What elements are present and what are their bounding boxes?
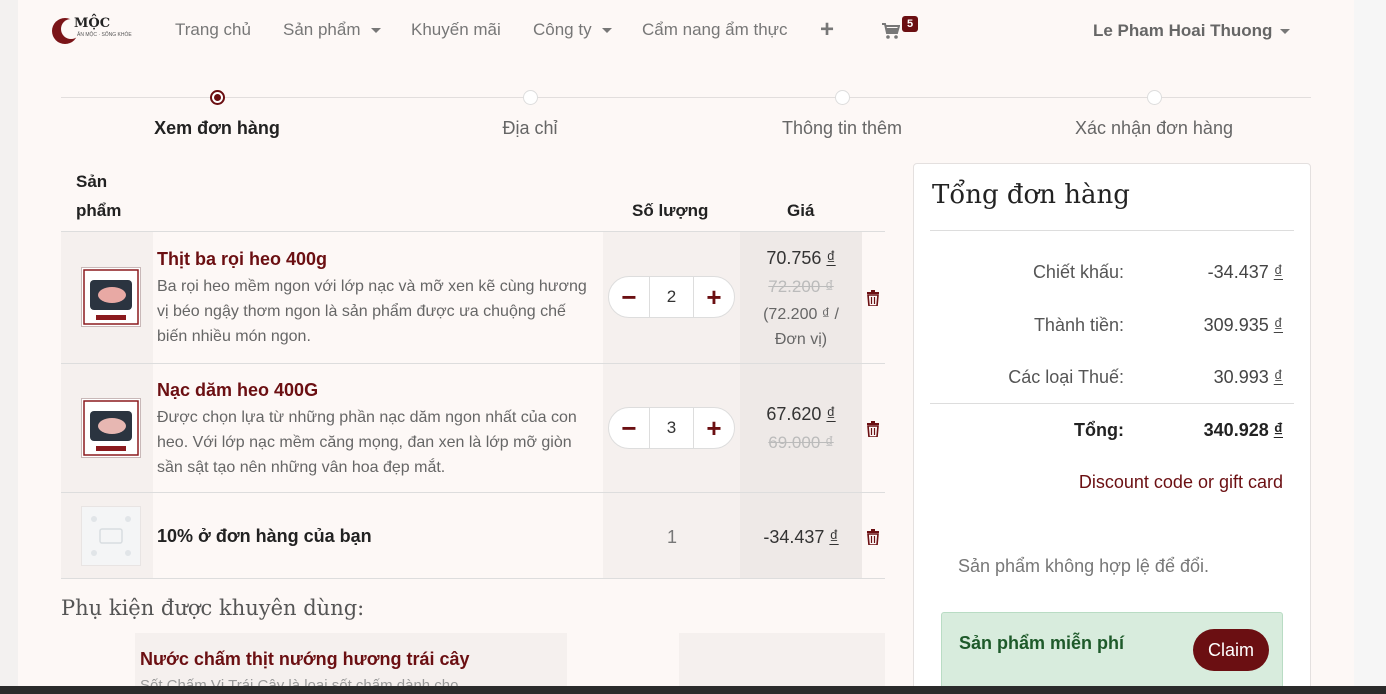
user-menu[interactable]: Le Pham Hoai Thuong [1093,21,1291,41]
old-price: 72.200 ₫ [768,277,834,296]
page: MỘC ĂN MỘC · SỐNG KHỎE Trang chủ Sản phẩ… [18,0,1354,686]
step-extra-info[interactable]: Thông tin thêm [782,118,902,139]
header-price: Giá [787,201,815,220]
navbar: MỘC ĂN MỘC · SỐNG KHỎE Trang chủ Sản phẩ… [18,0,1354,62]
tax-value: 30.993 ₫ [1213,367,1283,387]
discount-price: -34.437 ₫ [763,527,839,547]
chevron-down-icon [370,27,381,33]
nav-home[interactable]: Trang chủ [175,20,251,40]
scroll-gutter [1354,0,1386,686]
brand-logo[interactable]: MỘC ĂN MỘC · SỐNG KHỎE [52,12,134,50]
header-product-line1: Sản [76,172,108,191]
discount-name: 10% ở đơn hàng của bạn [157,526,372,546]
divider [930,403,1294,404]
claim-button[interactable]: Claim [1193,629,1269,671]
step-dot-confirm [1147,90,1162,105]
trash-icon[interactable] [866,529,880,545]
minus-icon[interactable]: − [609,408,649,448]
step-dot-extra-info [835,90,850,105]
step-review[interactable]: Xem đơn hàng [154,118,280,139]
tax-label: Các loại Thuế: [1008,367,1124,387]
plus-icon[interactable]: + [694,408,734,448]
nav-products[interactable]: Sản phẩm [283,20,381,40]
total-label: Tổng: [1074,420,1124,440]
brand-name: MỘC [74,16,111,31]
accessories-title: Phụ kiện được khuyên dùng: [61,596,365,620]
total-value: 340.928 ₫ [1203,420,1283,440]
taskbar-edge [0,686,1386,694]
discount-thumbnail [81,506,141,566]
invalid-reward-message: Sản phẩm không hợp lệ để đổi. [958,556,1209,576]
divider [61,578,885,579]
line-price: 67.620 ₫ [766,404,836,424]
product-name[interactable]: Nạc dăm heo 400G [157,380,318,401]
trash-icon[interactable] [866,421,880,437]
free-product-title: Sản phẩm miễn phí [959,633,1125,653]
brand-tagline: ĂN MỘC · SỐNG KHỎE [77,32,132,38]
plus-icon[interactable]: + [820,16,834,44]
product-thumbnail[interactable] [81,267,141,327]
discount-label: Chiết khấu: [1032,262,1124,282]
nav-cooking-guide[interactable]: Cẩm nang ẩm thực [642,20,788,40]
accessory-side [679,633,885,686]
quantity-stepper: − 2 + [608,276,735,318]
quantity-input[interactable]: 2 [649,277,694,317]
quantity-stepper: − 3 + [608,407,735,449]
subtotal-label: Thành tiền: [1033,315,1124,335]
minus-icon[interactable]: − [609,277,649,317]
plus-icon[interactable]: + [694,277,734,317]
accessory-name[interactable]: Nước chấm thịt nướng hương trái cây [140,649,470,670]
order-summary: Tổng đơn hàng Chiết khấu: -34.437 ₫ Thàn… [913,163,1311,686]
old-price: 69.000 ₫ [768,433,834,452]
summary-title: Tổng đơn hàng [932,180,1130,210]
nav-promotions[interactable]: Khuyến mãi [411,20,501,40]
discount-value: -34.437 ₫ [1207,262,1283,282]
subtotal-value: 309.935 ₫ [1203,315,1283,335]
step-address[interactable]: Địa chỉ [502,118,557,139]
progress-line [61,97,1311,98]
trash-icon[interactable] [866,290,880,306]
product-thumbnail[interactable] [81,398,141,458]
step-dot-review [210,90,225,105]
unit-price: (72.200 ₫ / Đơn vị) [763,306,839,348]
discount-code-link[interactable]: Discount code or gift card [1079,472,1283,493]
free-product-box: Sản phẩm miễn phí Claim [941,612,1283,686]
step-dot-address [523,90,538,105]
product-description: Được chọn lựa từ những phần nạc dăm ngon… [157,409,577,476]
step-confirm[interactable]: Xác nhận đơn hàng [1075,118,1233,139]
divider [930,230,1294,231]
nav-company[interactable]: Công ty [533,20,612,40]
chevron-down-icon [1280,28,1291,34]
cart-count-badge: 5 [902,16,919,32]
product-description: Ba rọi heo mềm ngon với lớp nạc và mỡ xe… [157,278,587,345]
cart-icon[interactable] [882,22,900,40]
accessory-description: Sốt Chấm Vị Trái Cây là loại sốt chấm dà… [140,677,459,686]
product-name[interactable]: Thịt ba rọi heo 400g [157,249,327,270]
user-name: Le Pham Hoai Thuong [1093,21,1273,40]
header-product-line2: phẩm [76,201,122,220]
header-quantity: Số lượng [632,201,709,220]
line-price: 70.756 ₫ [766,248,836,268]
quantity-input[interactable]: 3 [649,408,694,448]
discount-quantity: 1 [667,527,678,547]
row-bg [740,364,862,492]
chevron-down-icon [601,27,612,33]
